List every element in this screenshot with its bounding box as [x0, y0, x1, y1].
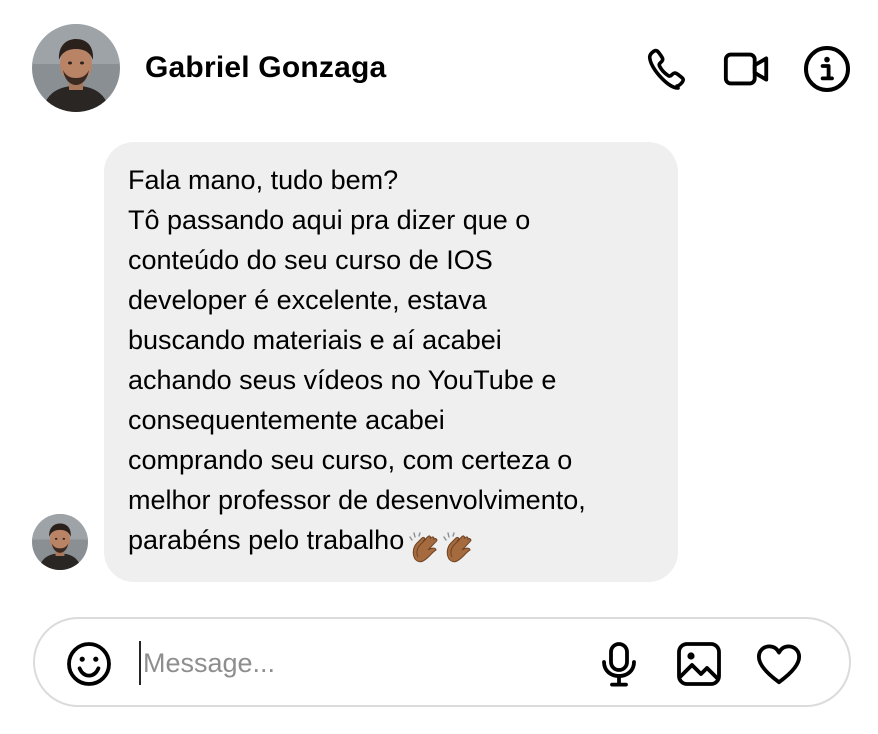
- message-bubble[interactable]: Fala mano, tudo bem? Tô passando aqui pr…: [104, 142, 678, 582]
- message-line: melhor professor de desenvolvimento,: [128, 485, 586, 515]
- video-camera-icon: [723, 52, 769, 86]
- image-icon: [677, 642, 721, 686]
- contact-avatar[interactable]: [32, 24, 120, 112]
- clapping-hands-icon: [409, 532, 438, 563]
- phone-icon: [647, 48, 686, 90]
- message-line: consequentemente acabei: [128, 405, 445, 435]
- message-input[interactable]: [139, 641, 583, 685]
- message-line: Tô passando aqui pra dizer que o: [128, 205, 531, 235]
- profile-photo-icon: [32, 24, 120, 112]
- microphone-icon: [602, 642, 636, 687]
- message-line: achando seus vídeos no YouTube e: [128, 365, 557, 395]
- conversation-info-button[interactable]: [802, 44, 852, 94]
- message-line: conteúdo do seu curso de IOS: [128, 245, 493, 275]
- profile-photo-icon: [32, 514, 88, 570]
- chat-header: Gabriel Gonzaga: [0, 0, 878, 136]
- like-button[interactable]: [754, 639, 804, 689]
- message-line: parabéns pelo trabalho: [128, 525, 405, 555]
- message-line: buscando materiais e aí acabei: [128, 325, 502, 355]
- emoji-picker-button[interactable]: [64, 639, 114, 689]
- emoji-icon: [67, 642, 111, 686]
- message-line: comprando seu curso, com certeza o: [128, 445, 573, 475]
- video-call-button[interactable]: [722, 44, 772, 94]
- voice-message-button[interactable]: [594, 639, 644, 689]
- phone-call-button[interactable]: [642, 44, 692, 94]
- send-photo-button[interactable]: [674, 639, 724, 689]
- emoji-group: [408, 526, 476, 566]
- info-icon: [804, 46, 850, 92]
- sender-avatar[interactable]: [32, 514, 88, 570]
- message-line: Fala mano, tudo bem?: [128, 165, 399, 195]
- direct-message-screen: Gabriel Gonzaga Fala mano, tudo bem? Tô …: [0, 0, 878, 734]
- contact-name[interactable]: Gabriel Gonzaga: [145, 50, 386, 86]
- heart-icon: [756, 644, 802, 685]
- message-line: developer é excelente, estava: [128, 285, 487, 315]
- message-composer: [33, 617, 851, 707]
- clapping-hands-icon: [443, 532, 472, 563]
- message-last-line: parabéns pelo trabalho: [128, 520, 654, 566]
